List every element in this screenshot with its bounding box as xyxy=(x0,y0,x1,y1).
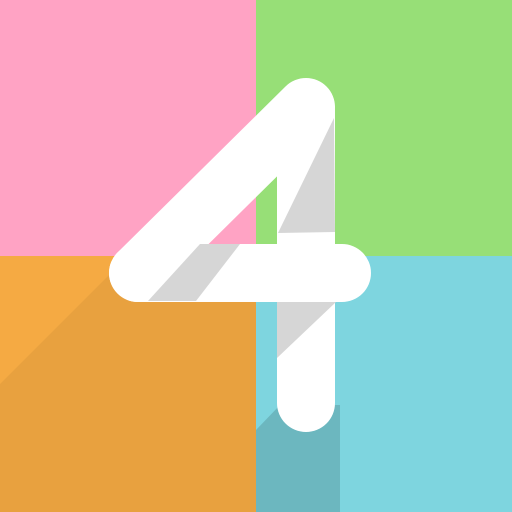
number-four-icon xyxy=(0,0,512,512)
app-icon xyxy=(0,0,512,512)
